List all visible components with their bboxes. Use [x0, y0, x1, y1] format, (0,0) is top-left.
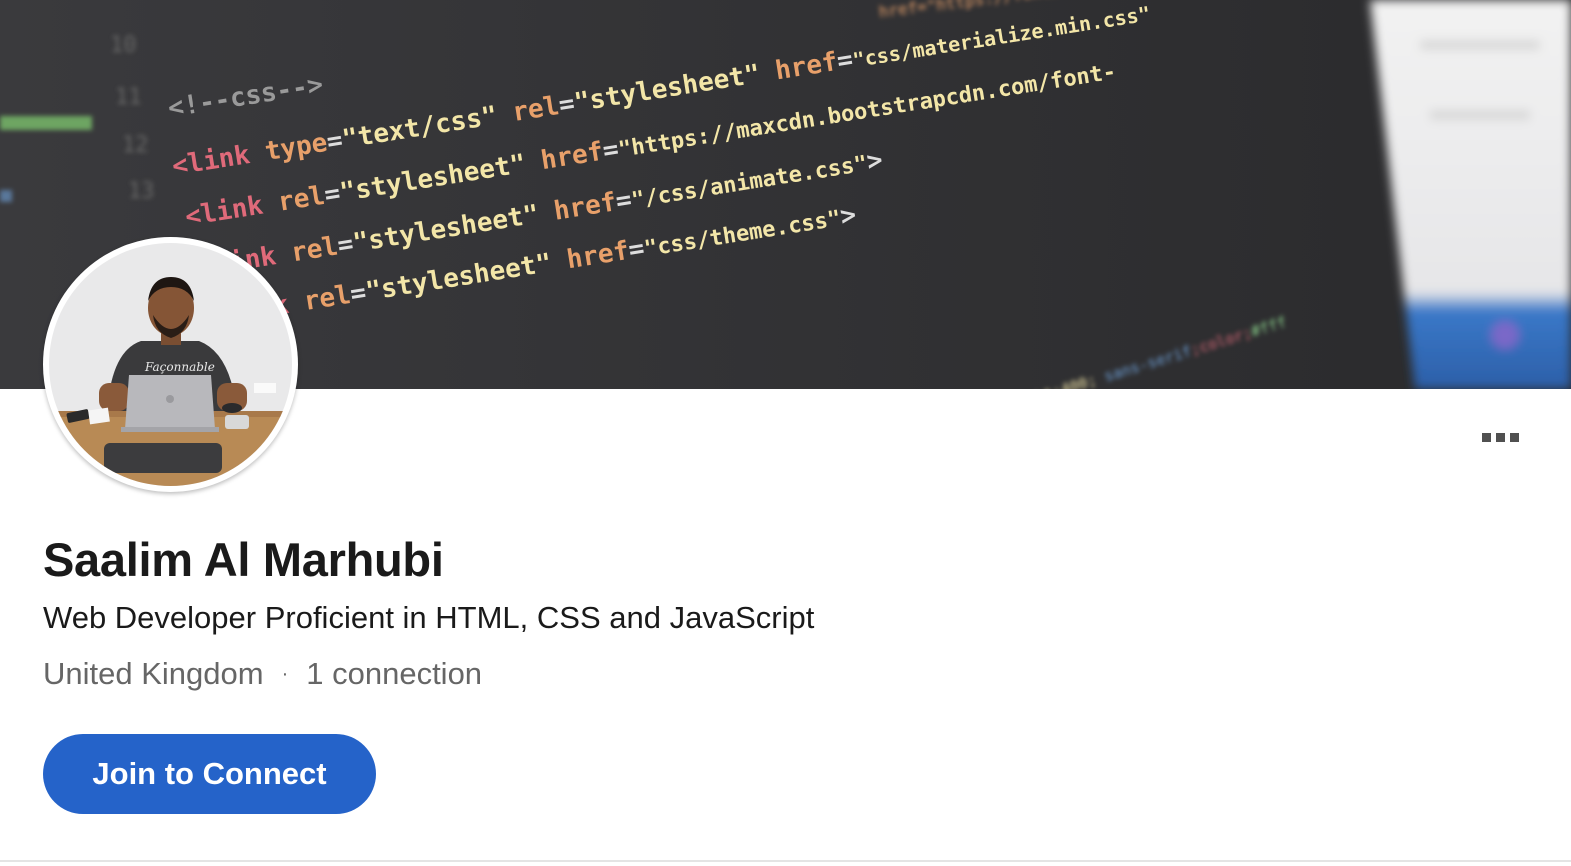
avatar-photo: Façonnable	[49, 243, 292, 486]
profile-location: United Kingdom	[43, 656, 264, 691]
more-horizontal-icon	[1481, 432, 1491, 442]
more-options-button[interactable]	[1472, 420, 1528, 454]
card-divider	[0, 860, 1571, 862]
profile-headline: Web Developer Proficient in HTML, CSS an…	[43, 600, 815, 635]
profile-card: 10 11 12 13 <!--css--> <link type="text/…	[0, 0, 1571, 866]
profile-meta: United Kingdom · 1 connection	[43, 656, 482, 692]
join-to-connect-button[interactable]: Join to Connect	[43, 734, 376, 814]
profile-avatar[interactable]: Façonnable	[43, 237, 298, 492]
profile-connections[interactable]: 1 connection	[306, 656, 482, 692]
meta-separator: ·	[281, 662, 289, 685]
more-horizontal-icon	[1509, 432, 1519, 442]
svg-text:11: 11	[115, 85, 142, 110]
more-horizontal-icon	[1495, 432, 1505, 442]
svg-text:12: 12	[122, 133, 149, 158]
svg-text:Façonnable: Façonnable	[144, 360, 215, 374]
svg-text:13: 13	[128, 179, 155, 204]
profile-name: Saalim Al Marhubi	[43, 533, 444, 586]
svg-text:10: 10	[110, 33, 137, 58]
